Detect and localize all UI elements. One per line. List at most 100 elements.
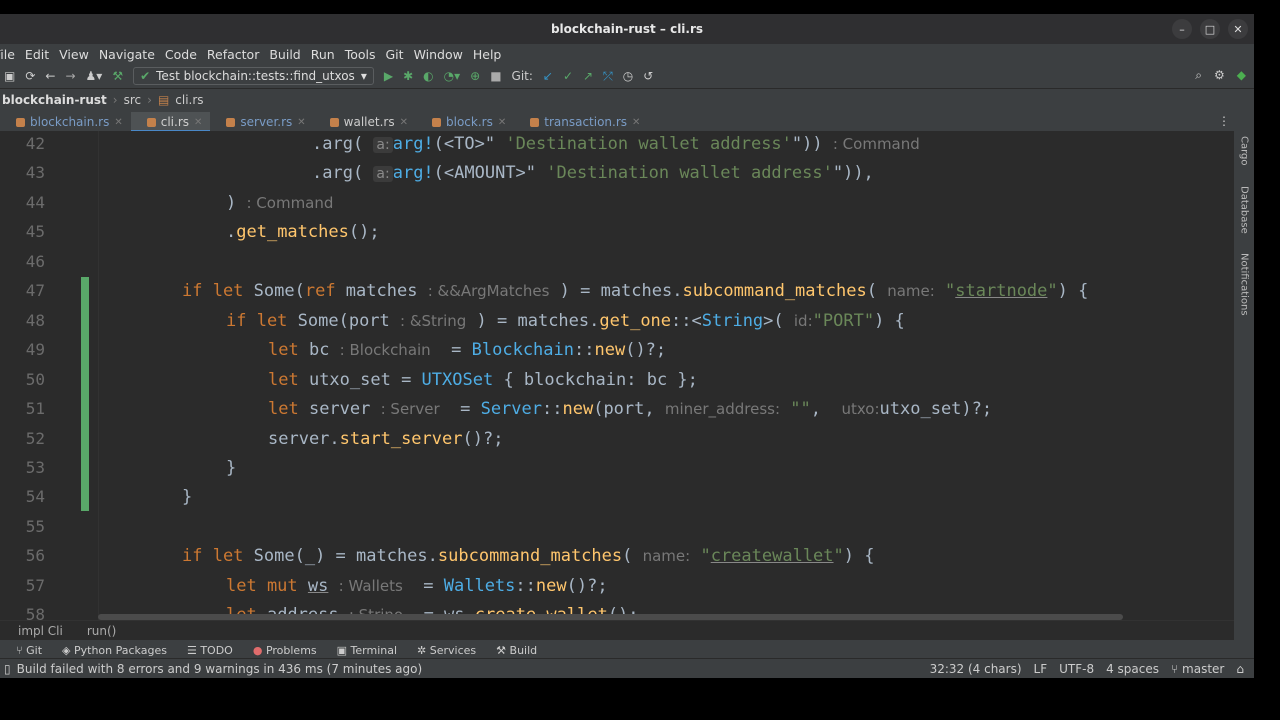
forward-icon[interactable]: → xyxy=(65,69,75,83)
git-commit-icon[interactable]: ✓ xyxy=(563,69,573,83)
menu-tools[interactable]: Tools xyxy=(340,47,381,62)
notifications-panel-tab[interactable]: Notifications xyxy=(1239,253,1250,316)
code-line: 47 if let Some(ref matches : &&ArgMatche… xyxy=(25,280,1089,301)
build-tool-button[interactable]: ⚒ Build xyxy=(496,644,537,657)
git-icon: ⑂ xyxy=(16,643,23,657)
rust-file-icon xyxy=(432,117,441,127)
menu-help[interactable]: Help xyxy=(468,47,507,62)
menu-refactor[interactable]: Refactor xyxy=(202,47,264,62)
services-tool-button[interactable]: ✲ Services xyxy=(417,644,476,657)
menu-view[interactable]: View xyxy=(54,47,94,62)
sync-icon[interactable]: ⟳ xyxy=(25,69,35,83)
git-push-icon[interactable]: ↗ xyxy=(583,69,593,83)
close-icon[interactable]: ✕ xyxy=(400,117,408,128)
code-line: 55 xyxy=(25,517,45,536)
menu-code[interactable]: Code xyxy=(160,47,202,62)
terminal-icon: ▣ xyxy=(336,643,348,657)
python-packages-tool-button[interactable]: ◈ Python Packages xyxy=(62,644,167,657)
tab-server-rs[interactable]: server.rs ✕ xyxy=(210,112,313,133)
breadcrumb-project[interactable]: blockchain-rust xyxy=(2,93,107,107)
rust-file-icon xyxy=(530,117,540,127)
menu-file[interactable]: File xyxy=(0,47,20,62)
code-line: 52 server.start_server()?; xyxy=(25,428,504,449)
package-icon: ◈ xyxy=(62,643,71,657)
error-icon: ● xyxy=(252,643,263,657)
menu-edit[interactable]: Edit xyxy=(20,47,54,62)
gear-icon[interactable]: ⚙ xyxy=(1214,68,1225,83)
tab-block-rs[interactable]: block.rs ✕ xyxy=(416,112,514,133)
tab-cli-rs[interactable]: cli.rs ✕ xyxy=(130,112,211,133)
menu-window[interactable]: Window xyxy=(409,47,468,62)
chevron-down-icon: ▾ xyxy=(360,69,367,83)
git-update-icon[interactable]: ↙ xyxy=(543,69,553,83)
problems-tool-button[interactable]: ● Problems xyxy=(253,644,317,657)
minimize-icon[interactable]: – xyxy=(1172,19,1192,39)
code-editor[interactable]: 42 .arg( a: arg!(<TO>" 'Destination walle… xyxy=(0,131,1234,620)
git-label: Git: xyxy=(511,69,533,83)
close-icon[interactable]: ✕ xyxy=(194,117,202,128)
debug-icon[interactable]: ✱ xyxy=(403,69,413,83)
line-separator[interactable]: LF xyxy=(1034,662,1048,676)
breadcrumb-folder[interactable]: src xyxy=(124,93,142,107)
git-branch[interactable]: ⑂ master xyxy=(1171,662,1224,676)
more-tabs-icon[interactable]: ⋮ xyxy=(1218,114,1230,128)
git-tool-button[interactable]: ⑂ Git xyxy=(16,644,42,657)
git-pull-icon[interactable]: ⤱ xyxy=(603,69,613,84)
run-icon[interactable]: ▶ xyxy=(384,69,393,83)
close-icon[interactable]: ✕ xyxy=(114,117,122,128)
code-line: 45 .get_matches(); xyxy=(25,221,380,242)
close-icon[interactable]: ✕ xyxy=(498,117,506,128)
code-breadcrumb-fn[interactable]: run() xyxy=(87,624,117,638)
menu-bar: File Edit View Navigate Code Refactor Bu… xyxy=(0,44,1254,64)
code-line: 49 let bc : Blockchain = Blockchain::new… xyxy=(25,339,667,360)
terminal-tool-button[interactable]: ▣ Terminal xyxy=(337,644,397,657)
rollback-icon[interactable]: ↺ xyxy=(643,69,653,83)
indent-setting[interactable]: 4 spaces xyxy=(1106,662,1159,676)
status-message[interactable]: Build failed with 8 errors and 9 warning… xyxy=(17,662,423,676)
status-icon: ▯ xyxy=(4,661,11,676)
search-icon[interactable]: ⌕ xyxy=(1195,68,1202,83)
tool-window-bar: ⑂ Git ◈ Python Packages ☰ TODO ● Problem… xyxy=(0,640,1254,660)
lock-icon[interactable]: ⌂ xyxy=(1236,662,1244,676)
code-line: 54 } xyxy=(25,486,193,507)
run-configuration-select[interactable]: ✔ Test blockchain::tests::find_utxos ▾ xyxy=(133,67,374,85)
code-breadcrumb-impl[interactable]: impl Cli xyxy=(18,624,63,638)
code-breadcrumb: impl Cli run() xyxy=(0,620,1234,640)
list-icon: ☰ xyxy=(186,643,197,657)
close-icon[interactable]: ✕ xyxy=(297,117,305,128)
todo-tool-button[interactable]: ☰ TODO xyxy=(187,644,233,657)
menu-navigate[interactable]: Navigate xyxy=(94,47,160,62)
code-line: 57 let mut ws : Wallets = Wallets::new()… xyxy=(25,575,608,596)
breadcrumb: blockchain-rust › src › ▤ cli.rs xyxy=(0,89,1254,111)
code-line: 51 let server : Server = Server::new(por… xyxy=(25,398,993,419)
user-icon[interactable]: ♟▾ xyxy=(86,69,103,83)
file-encoding[interactable]: UTF-8 xyxy=(1059,662,1094,676)
maximize-icon[interactable]: □ xyxy=(1200,19,1220,39)
menu-build[interactable]: Build xyxy=(264,47,305,62)
menu-git[interactable]: Git xyxy=(381,47,409,62)
close-icon[interactable]: ✕ xyxy=(632,117,640,128)
rust-file-icon xyxy=(146,117,156,127)
tab-blockchain-rs[interactable]: blockchain.rs ✕ xyxy=(0,112,131,133)
profile-icon[interactable]: ◔▾ xyxy=(444,69,461,83)
stop-icon[interactable]: ■ xyxy=(490,69,501,83)
run-configuration-label: Test blockchain::tests::find_utxos xyxy=(156,69,355,83)
close-icon[interactable]: ✕ xyxy=(1228,19,1248,39)
code-line: 42 .arg( a: arg!(<TO>" 'Destination walle… xyxy=(25,133,920,154)
database-panel-tab[interactable]: Database xyxy=(1239,186,1250,234)
services-icon: ✲ xyxy=(417,643,427,657)
build-hammer-icon[interactable]: ⚒ xyxy=(112,69,123,83)
plugin-icon[interactable]: ◆ xyxy=(1237,68,1246,83)
breadcrumb-file[interactable]: cli.rs xyxy=(175,93,203,107)
attach-icon[interactable]: ⊕ xyxy=(470,69,480,83)
cargo-panel-tab[interactable]: Cargo xyxy=(1239,136,1250,166)
branch-icon: ⑂ xyxy=(1171,661,1179,676)
coverage-icon[interactable]: ◐ xyxy=(423,69,433,83)
menu-run[interactable]: Run xyxy=(306,47,340,62)
tab-transaction-rs[interactable]: transaction.rs ✕ xyxy=(514,112,648,133)
save-icon[interactable]: ▣ xyxy=(4,69,15,83)
cursor-position[interactable]: 32:32 (4 chars) xyxy=(930,662,1022,676)
tab-wallet-rs[interactable]: wallet.rs ✕ xyxy=(314,112,416,133)
back-icon[interactable]: ← xyxy=(45,69,55,83)
history-icon[interactable]: ◷ xyxy=(623,69,633,83)
